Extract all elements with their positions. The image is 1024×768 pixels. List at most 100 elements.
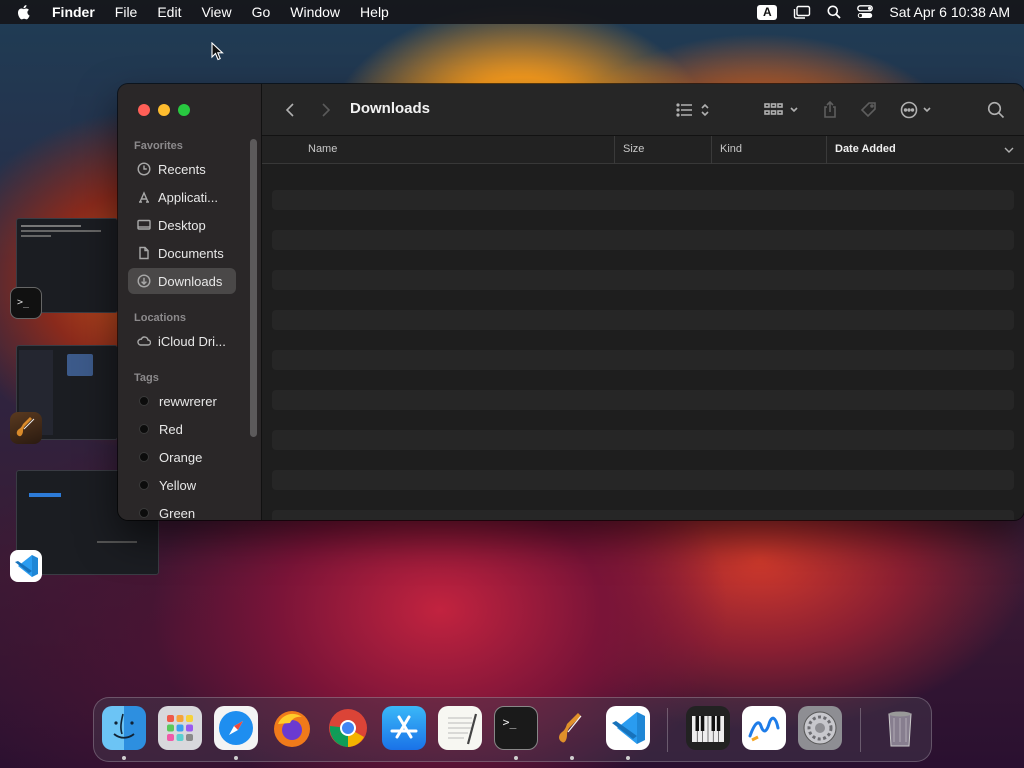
running-indicator: [122, 756, 126, 760]
search-icon: [987, 101, 1005, 119]
apple-menu-icon[interactable]: [0, 1, 46, 24]
list-row-placeholder: [272, 390, 1014, 410]
close-button[interactable]: [138, 104, 150, 116]
tag-dot-icon: [139, 508, 149, 518]
finder-sidebar: Favorites Recents Applicati... Desktop D…: [118, 84, 262, 520]
sort-chevron-down-icon[interactable]: [1004, 146, 1014, 154]
list-row-placeholder: [272, 310, 1014, 330]
column-header-size[interactable]: Size: [614, 136, 710, 164]
list-row-placeholder: [272, 430, 1014, 450]
list-row-placeholder: [272, 270, 1014, 290]
sidebar-tag-red[interactable]: Red: [128, 416, 236, 442]
tag-icon: [860, 102, 876, 118]
grid-icon: [764, 103, 798, 115]
textedit-dock-icon[interactable]: [438, 706, 482, 750]
forward-button[interactable]: [316, 98, 336, 122]
garageband-icon[interactable]: [10, 412, 42, 444]
sidebar-item-label: iCloud Dri...: [158, 333, 226, 349]
control-center-icon[interactable]: [849, 0, 881, 24]
piano-dock-icon[interactable]: [686, 706, 730, 750]
desktop-icon: [136, 217, 152, 233]
thumbnail-dialog: [67, 354, 93, 376]
system-settings-dock-icon[interactable]: [798, 706, 842, 750]
tag-button[interactable]: [858, 98, 880, 122]
menu-view[interactable]: View: [191, 0, 241, 24]
chevron-left-icon: [285, 103, 294, 117]
column-header-kind[interactable]: Kind: [711, 136, 825, 164]
sidebar-tag-rewwrerer[interactable]: rewwrerer: [128, 388, 236, 414]
list-row-placeholder: [272, 350, 1014, 370]
trash-dock-icon[interactable]: [878, 706, 922, 750]
menu-help[interactable]: Help: [350, 0, 399, 24]
ellipsis-circle-icon: [900, 101, 931, 119]
spotlight-search-icon[interactable]: [819, 0, 849, 24]
stage-manager-icon[interactable]: [785, 0, 819, 24]
sidebar-item-downloads[interactable]: Downloads: [128, 268, 236, 294]
menu-window[interactable]: Window: [280, 0, 350, 24]
launchpad-dock-icon[interactable]: [158, 706, 202, 750]
tag-dot-icon: [139, 480, 149, 490]
sidebar-item-label: Orange: [159, 449, 203, 465]
action-menu-button[interactable]: [900, 98, 938, 122]
chrome-dock-icon[interactable]: [326, 706, 370, 750]
search-button[interactable]: [986, 98, 1006, 122]
menu-clock[interactable]: Sat Apr 6 10:38 AM: [881, 4, 1010, 20]
sidebar-item-desktop[interactable]: Desktop: [128, 212, 236, 238]
freeform-dock-icon[interactable]: [742, 706, 786, 750]
chevron-right-icon: [322, 103, 331, 117]
sidebar-item-label: Red: [159, 421, 183, 437]
list-row-placeholder: [272, 190, 1014, 210]
sidebar-item-label: Desktop: [158, 217, 206, 233]
sidebar-tag-green[interactable]: Green: [128, 500, 236, 520]
column-header-date-added[interactable]: Date Added: [826, 136, 1006, 164]
running-indicator: [570, 756, 574, 760]
vscode-dock-icon[interactable]: [606, 706, 650, 750]
cloud-icon: [136, 333, 152, 349]
document-icon: [136, 245, 152, 261]
sidebar-section-tags: Tags: [134, 372, 159, 384]
terminal-icon[interactable]: >_: [10, 287, 42, 319]
file-list[interactable]: [262, 164, 1024, 520]
sidebar-item-documents[interactable]: Documents: [128, 240, 236, 266]
app-store-dock-icon[interactable]: [382, 706, 426, 750]
group-button[interactable]: [764, 98, 802, 122]
minimize-button[interactable]: [158, 104, 170, 116]
menu-app-name[interactable]: Finder: [46, 0, 105, 24]
sidebar-scrollbar[interactable]: [250, 139, 257, 437]
input-source-label: A: [757, 4, 778, 20]
tag-dot-icon: [139, 452, 149, 462]
sidebar-tag-yellow[interactable]: Yellow: [128, 472, 236, 498]
menu-bar: Finder File Edit View Go Window Help A S…: [0, 0, 1024, 24]
view-mode-button[interactable]: [676, 98, 712, 122]
sidebar-item-icloud-drive[interactable]: iCloud Dri...: [128, 328, 236, 354]
share-button[interactable]: [820, 98, 840, 122]
window-title: Downloads: [350, 100, 431, 117]
dock-separator: [860, 708, 861, 752]
download-icon: [136, 273, 152, 289]
menu-go[interactable]: Go: [242, 0, 281, 24]
vscode-icon[interactable]: [10, 550, 42, 582]
finder-dock-icon[interactable]: [102, 706, 146, 750]
input-source-indicator[interactable]: A: [749, 0, 785, 24]
menu-file[interactable]: File: [105, 0, 148, 24]
zoom-button[interactable]: [178, 104, 190, 116]
column-header-name[interactable]: Name: [300, 136, 604, 164]
list-view-icon: [676, 103, 709, 117]
firefox-dock-icon[interactable]: [270, 706, 314, 750]
garageband-dock-icon[interactable]: [550, 706, 594, 750]
tag-dot-icon: [139, 396, 149, 406]
finder-toolbar: Downloads: [262, 84, 1024, 136]
sidebar-item-applications[interactable]: Applicati...: [128, 184, 236, 210]
dock: >_: [93, 697, 932, 762]
sidebar-item-recents[interactable]: Recents: [128, 156, 236, 182]
thumbnail-text-line: [97, 541, 137, 543]
list-row-placeholder: [272, 510, 1014, 520]
sidebar-item-label: Applicati...: [158, 189, 218, 205]
sidebar-item-label: Green: [159, 505, 196, 521]
safari-dock-icon[interactable]: [214, 706, 258, 750]
share-icon: [824, 101, 836, 118]
back-button[interactable]: [280, 98, 300, 122]
sidebar-tag-orange[interactable]: Orange: [128, 444, 236, 470]
menu-edit[interactable]: Edit: [147, 0, 191, 24]
terminal-dock-icon[interactable]: >_: [494, 706, 538, 750]
